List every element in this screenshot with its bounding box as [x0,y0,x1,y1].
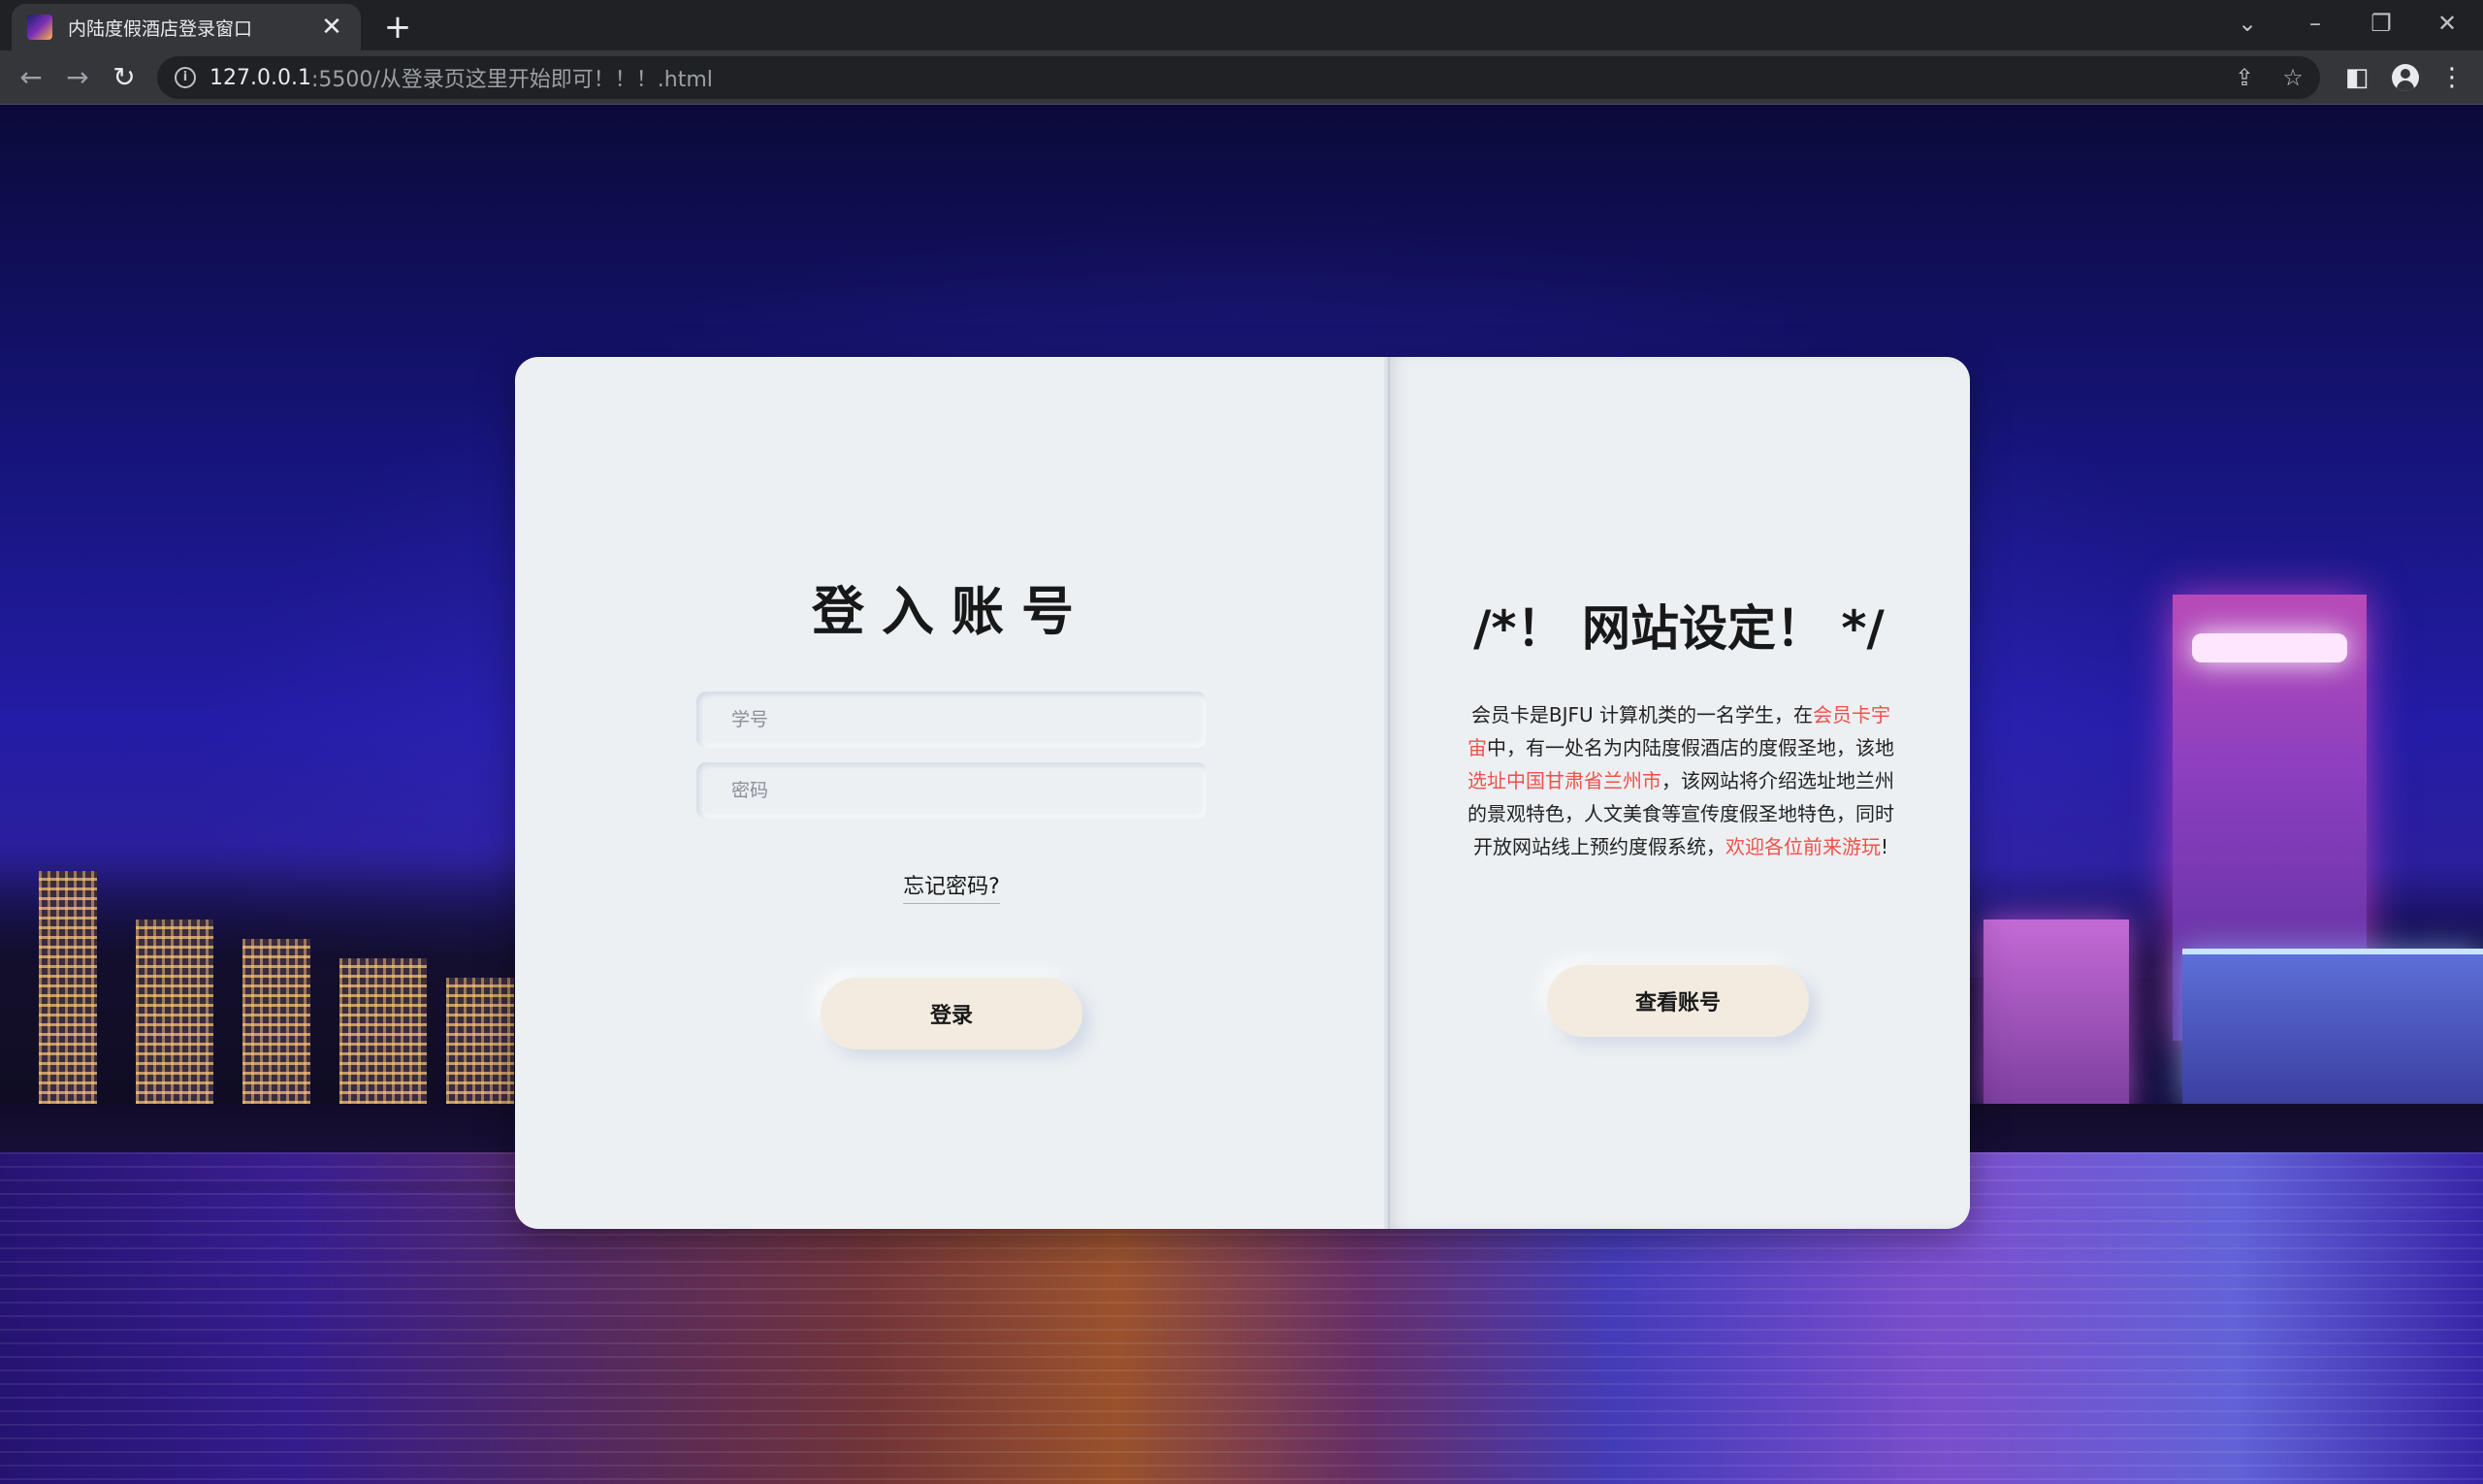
forgot-password-label: 忘记密码? [903,875,1000,904]
new-tab-button[interactable]: + [378,8,417,47]
browser-tab-strip: 内陆度假酒店登录窗口 ✕ + ⌄ – ❐ ✕ [0,0,2483,50]
minimize-icon[interactable]: – [2286,4,2344,43]
info-title: /*！ 网站设定！ */ [1473,600,1885,657]
password-input[interactable] [696,762,1207,819]
restore-icon[interactable]: ❐ [2352,4,2410,43]
info-highlight: 欢迎各位前来游玩 [1725,835,1881,858]
close-window-icon[interactable]: ✕ [2418,4,2476,43]
login-card: 登入账号 忘记密码? 登录 /*！ 网站设定！ */ 会员卡是BJFU 计算机类… [515,357,1970,1229]
info-highlight: 选址中国甘肃省兰州市 [1467,769,1661,792]
address-bar[interactable]: i 127.0.0.1 :5500/从登录页这里开始即可！！！.html ⇪ ☆ [157,56,2320,99]
info-text-part: 中，有一处名为内陆度假酒店的度假圣地，该地 [1487,736,1894,759]
background-towers [1983,919,2129,1113]
tab-title: 内陆度假酒店登录窗口 [68,17,253,40]
url-host: 127.0.0.1 [210,65,311,90]
menu-kebab-icon[interactable]: ⋮ [2433,58,2471,97]
url-path: :5500/从登录页这里开始即可！！！.html [310,68,713,92]
background-building [39,871,97,1113]
favicon-icon [27,15,52,40]
forward-icon[interactable]: → [58,58,97,97]
browser-toolbar: ← → ↻ i 127.0.0.1 :5500/从登录页这里开始即可！！！.ht… [0,50,2483,105]
background-building [242,939,310,1113]
view-account-button[interactable]: 查看账号 [1547,965,1809,1037]
student-id-input[interactable] [696,692,1207,748]
tab-search-icon[interactable]: ⌄ [2218,4,2276,43]
bookmark-star-icon[interactable]: ☆ [2277,64,2308,91]
login-panel: 登入账号 忘记密码? 登录 [515,357,1388,1229]
tab-close-icon[interactable]: ✕ [318,13,345,42]
site-info-icon[interactable]: i [175,67,196,88]
forgot-password-link[interactable]: 忘记密码? [515,869,1388,904]
login-title: 登入账号 [812,581,1091,642]
info-panel: /*！ 网站设定！ */ 会员卡是BJFU 计算机类的一名学生，在会员卡宇宙中，… [1388,357,1970,1229]
background-building [339,958,427,1113]
background-hall [2182,949,2483,1104]
side-panel-icon[interactable]: ◧ [2338,58,2376,97]
browser-tab[interactable]: 内陆度假酒店登录窗口 ✕ [12,4,361,50]
profile-icon[interactable] [2392,64,2419,91]
info-text-part: 会员卡是BJFU 计算机类的一名学生，在 [1470,703,1814,726]
background-building [446,978,514,1113]
login-button[interactable]: 登录 [821,978,1082,1049]
background-building [136,919,213,1113]
back-icon[interactable]: ← [12,58,50,97]
share-icon[interactable]: ⇪ [2229,64,2260,91]
info-description: 会员卡是BJFU 计算机类的一名学生，在会员卡宇宙中，有一处名为内陆度假酒店的度… [1466,698,1896,863]
info-text-part: ! [1880,835,1889,858]
reload-icon[interactable]: ↻ [105,58,144,97]
